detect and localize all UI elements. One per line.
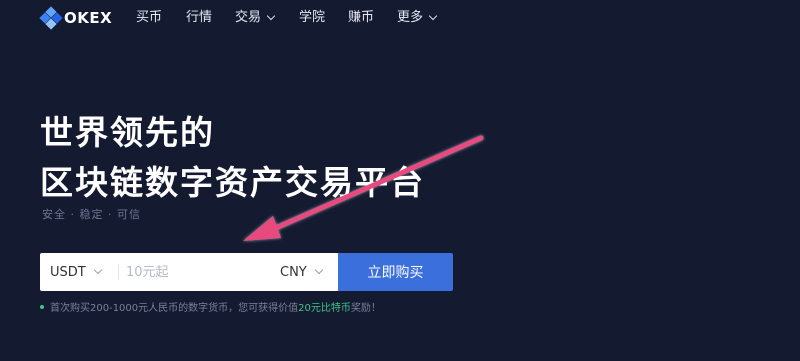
hero-subtitle: 安全 · 稳定 · 可信 — [42, 208, 141, 221]
hero-title-line-1: 世界领先的 — [40, 113, 215, 152]
fiat-select[interactable]: CNY — [280, 253, 323, 291]
nav-label: 赚币 — [348, 10, 375, 25]
page: OKEX 买币 行情 交易 学院 赚币 更多 世界领先的 区块链数字资产交易平台… — [0, 0, 800, 361]
hero-title: 世界领先的 区块链数字资产交易平台 — [40, 108, 425, 208]
chevron-down-icon — [428, 11, 438, 21]
coin-select-value: USDT — [50, 264, 86, 280]
nav-item-trade[interactable]: 交易 — [235, 9, 276, 27]
promo-highlight: 20元比特币 — [298, 303, 351, 314]
nav-label: 更多 — [397, 10, 424, 25]
chevron-down-icon — [266, 11, 276, 21]
nav-label: 买币 — [136, 10, 163, 25]
promo-text: 首次购买200-1000元人民币的数字货币，您可获得价值 — [50, 303, 299, 314]
hero-title-line-2: 区块链数字资产交易平台 — [40, 163, 425, 202]
bullet-dot-icon — [40, 304, 44, 309]
nav-item-more[interactable]: 更多 — [397, 9, 438, 27]
coin-select[interactable]: USDT — [40, 253, 118, 291]
nav-item-market[interactable]: 行情 — [186, 9, 212, 27]
nav-item-earn[interactable]: 赚币 — [348, 9, 374, 27]
chevron-down-icon — [93, 265, 102, 275]
promo-note: 首次购买200-1000元人民币的数字货币，您可获得价值 20元比特币 奖励！ — [40, 299, 381, 314]
logo-text: OKEX — [64, 9, 113, 27]
promo-suffix: 奖励！ — [350, 303, 381, 314]
top-navigation: OKEX 买币 行情 交易 学院 赚币 更多 — [0, 0, 800, 40]
nav-item-academy[interactable]: 学院 — [299, 9, 325, 27]
divider — [118, 264, 119, 280]
quick-buy-input-group: USDT CNY — [40, 253, 338, 291]
nav-item-buy[interactable]: 买币 — [136, 9, 162, 27]
nav-label: 行情 — [186, 10, 213, 25]
logo-icon — [39, 6, 63, 30]
amount-input[interactable] — [126, 261, 266, 283]
chevron-down-icon — [314, 265, 323, 275]
fiat-select-value: CNY — [280, 264, 307, 280]
nav-label: 学院 — [299, 10, 326, 25]
buy-now-button[interactable]: 立即购买 — [338, 253, 453, 291]
quick-buy-form: USDT CNY 立即购买 — [40, 253, 453, 291]
nav-label: 交易 — [235, 10, 262, 25]
okex-logo[interactable]: OKEX — [39, 6, 113, 30]
